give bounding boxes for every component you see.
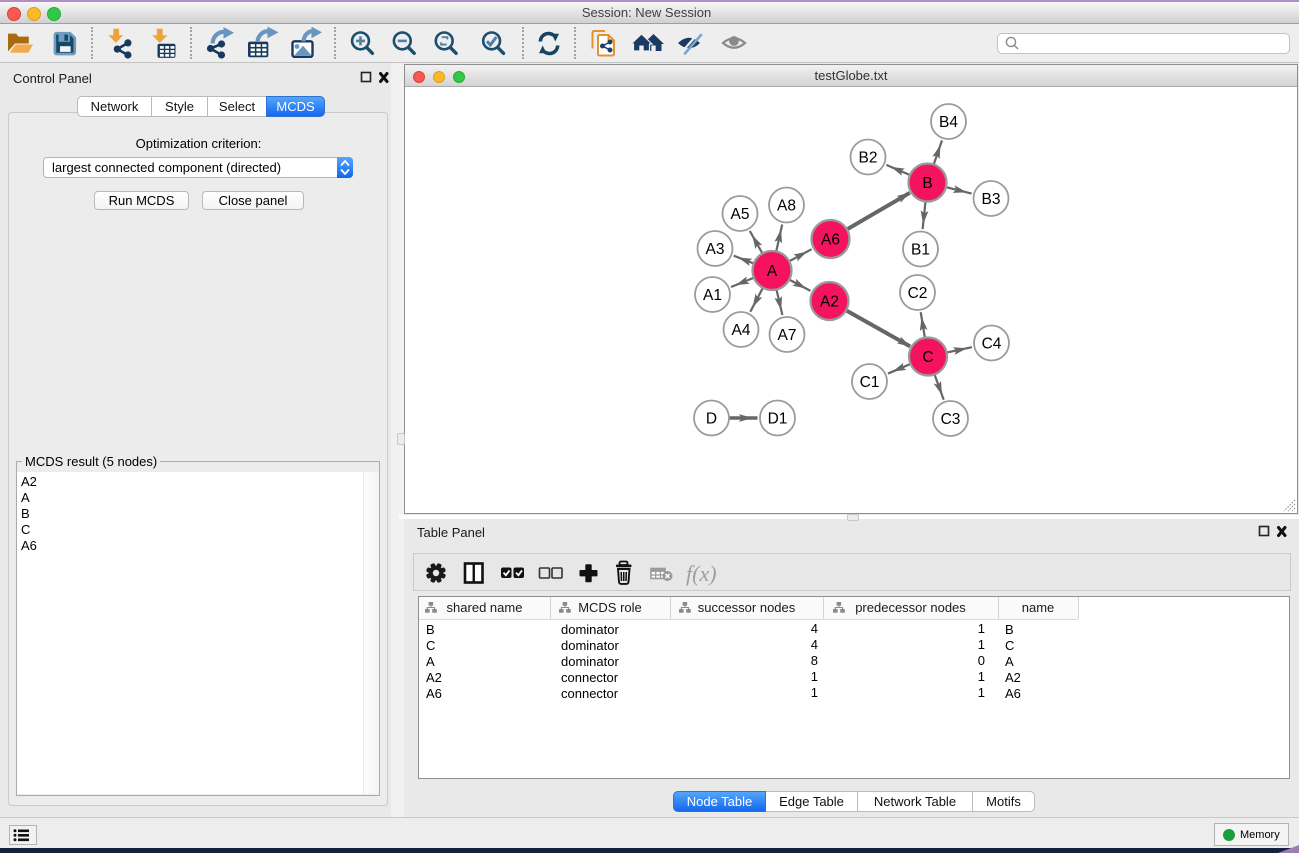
svg-text:D1: D1 [768,410,788,427]
svg-text:A8: A8 [777,197,796,214]
svg-text:C4: C4 [982,335,1002,352]
svg-text:A3: A3 [706,241,725,258]
svg-text:D: D [706,410,717,427]
svg-text:A5: A5 [731,206,750,223]
svg-text:f(x): f(x) [686,561,717,586]
svg-text:C2: C2 [908,285,928,302]
svg-text:A: A [767,263,778,280]
svg-text:B2: B2 [859,149,878,166]
svg-text:B3: B3 [982,191,1001,208]
svg-text:A7: A7 [778,327,797,344]
svg-text:A2: A2 [820,293,839,310]
svg-text:B1: B1 [911,241,930,258]
svg-text:A4: A4 [732,322,751,339]
svg-text:C3: C3 [941,411,961,428]
svg-text:A6: A6 [821,231,840,248]
svg-text:B: B [922,175,932,192]
svg-text:A1: A1 [703,287,722,304]
svg-text:C1: C1 [860,374,880,391]
svg-text:B4: B4 [939,114,958,131]
svg-text:C: C [922,349,933,366]
